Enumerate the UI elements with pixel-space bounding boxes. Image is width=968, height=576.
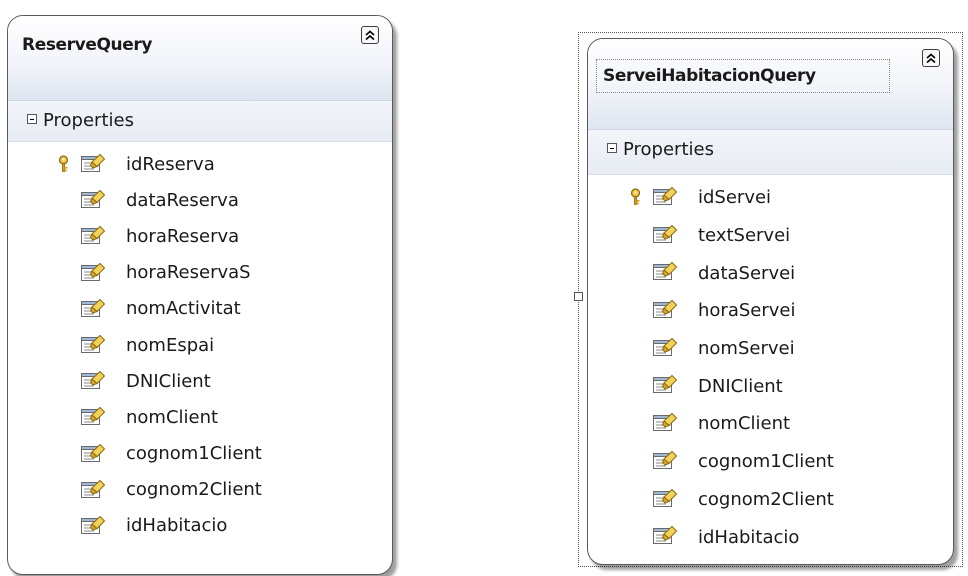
property-name: nomEspai: [126, 334, 215, 356]
property-row[interactable]: nomServei: [588, 330, 953, 368]
property-row[interactable]: dataReserva: [8, 182, 392, 218]
property-name: horaServei: [698, 300, 796, 322]
property-row[interactable]: idHabitacio: [8, 508, 392, 544]
section-label: Properties: [43, 110, 134, 131]
property-icon: [80, 370, 106, 396]
property-row[interactable]: idHabitacio: [588, 518, 953, 556]
property-row[interactable]: cognom2Client: [588, 481, 953, 519]
property-row[interactable]: horaServei: [588, 292, 953, 330]
property-name: nomClient: [126, 406, 219, 428]
property-name: idHabitacio: [126, 515, 228, 537]
property-name: horaReservaS: [126, 262, 251, 284]
property-icon: [80, 515, 106, 541]
property-row[interactable]: DNIClient: [8, 363, 392, 399]
property-name: cognom2Client: [698, 488, 834, 510]
property-row[interactable]: textServei: [588, 217, 953, 255]
property-icon: [652, 337, 678, 363]
property-name: nomClient: [698, 413, 791, 435]
key-icon: [57, 155, 70, 177]
property-name: textServei: [698, 225, 791, 247]
minus-icon[interactable]: [607, 143, 617, 153]
minus-icon[interactable]: [27, 114, 37, 124]
property-icon: [80, 225, 106, 251]
property-name: dataReserva: [126, 189, 239, 211]
property-name: cognom1Client: [126, 443, 262, 465]
property-name: nomServei: [698, 338, 795, 360]
property-icon: [652, 299, 678, 325]
property-icon: [652, 412, 678, 438]
property-icon: [80, 406, 106, 432]
property-icon: [652, 186, 678, 212]
property-row[interactable]: dataServei: [588, 254, 953, 292]
property-row[interactable]: idReserva: [8, 146, 392, 182]
resize-handle[interactable]: [574, 292, 583, 301]
section-label: Properties: [623, 139, 714, 160]
property-row[interactable]: horaReservaS: [8, 255, 392, 291]
collapse-chevrons-up-icon[interactable]: [922, 49, 940, 67]
key-icon: [629, 188, 642, 210]
property-name: cognom2Client: [126, 479, 262, 501]
property-row[interactable]: nomActivitat: [8, 291, 392, 327]
entity-header[interactable]: ServeiHabitacionQuery: [588, 39, 953, 130]
property-icon: [80, 262, 106, 288]
property-row[interactable]: cognom1Client: [588, 443, 953, 481]
entity-serveihabitacionquery[interactable]: ServeiHabitacionQuery Properties idServe…: [587, 38, 954, 565]
entity-title: ReserveQuery: [22, 35, 153, 55]
properties-list: idReserva dataReserva horaReserva horaReser…: [8, 142, 392, 544]
property-icon: [652, 450, 678, 476]
collapse-chevrons-up-icon[interactable]: [361, 26, 379, 44]
property-row[interactable]: horaReserva: [8, 218, 392, 254]
property-row[interactable]: nomEspai: [8, 327, 392, 363]
property-name: idHabitacio: [698, 526, 800, 548]
properties-section-header[interactable]: Properties: [8, 101, 392, 142]
property-name: idReserva: [126, 153, 215, 175]
property-icon: [80, 298, 106, 324]
entity-title: ServeiHabitacionQuery: [603, 66, 816, 86]
property-name: nomActivitat: [126, 298, 241, 320]
property-icon: [652, 224, 678, 250]
property-icon: [652, 374, 678, 400]
property-icon: [80, 189, 106, 215]
entity-header[interactable]: ReserveQuery: [8, 16, 392, 101]
property-name: horaReserva: [126, 225, 240, 247]
property-name: DNIClient: [698, 375, 783, 397]
entity-reservequery[interactable]: ReserveQuery Properties idReserva dataRes…: [7, 15, 393, 575]
property-icon: [80, 479, 106, 505]
property-name: dataServei: [698, 262, 796, 284]
property-row[interactable]: DNIClient: [588, 367, 953, 405]
property-icon: [652, 488, 678, 514]
property-icon: [80, 153, 106, 179]
property-icon: [652, 261, 678, 287]
property-row[interactable]: nomClient: [8, 399, 392, 435]
property-icon: [80, 334, 106, 360]
property-row[interactable]: nomClient: [588, 405, 953, 443]
property-icon: [652, 525, 678, 551]
property-name: DNIClient: [126, 370, 211, 392]
properties-section-header[interactable]: Properties: [588, 130, 953, 175]
property-icon: [80, 443, 106, 469]
property-row[interactable]: cognom2Client: [8, 472, 392, 508]
property-name: idServei: [698, 187, 772, 209]
property-row[interactable]: cognom1Client: [8, 436, 392, 472]
properties-list: idServei textServei dataServei horaServei no…: [588, 175, 953, 556]
property-row[interactable]: idServei: [588, 179, 953, 217]
property-name: cognom1Client: [698, 451, 834, 473]
